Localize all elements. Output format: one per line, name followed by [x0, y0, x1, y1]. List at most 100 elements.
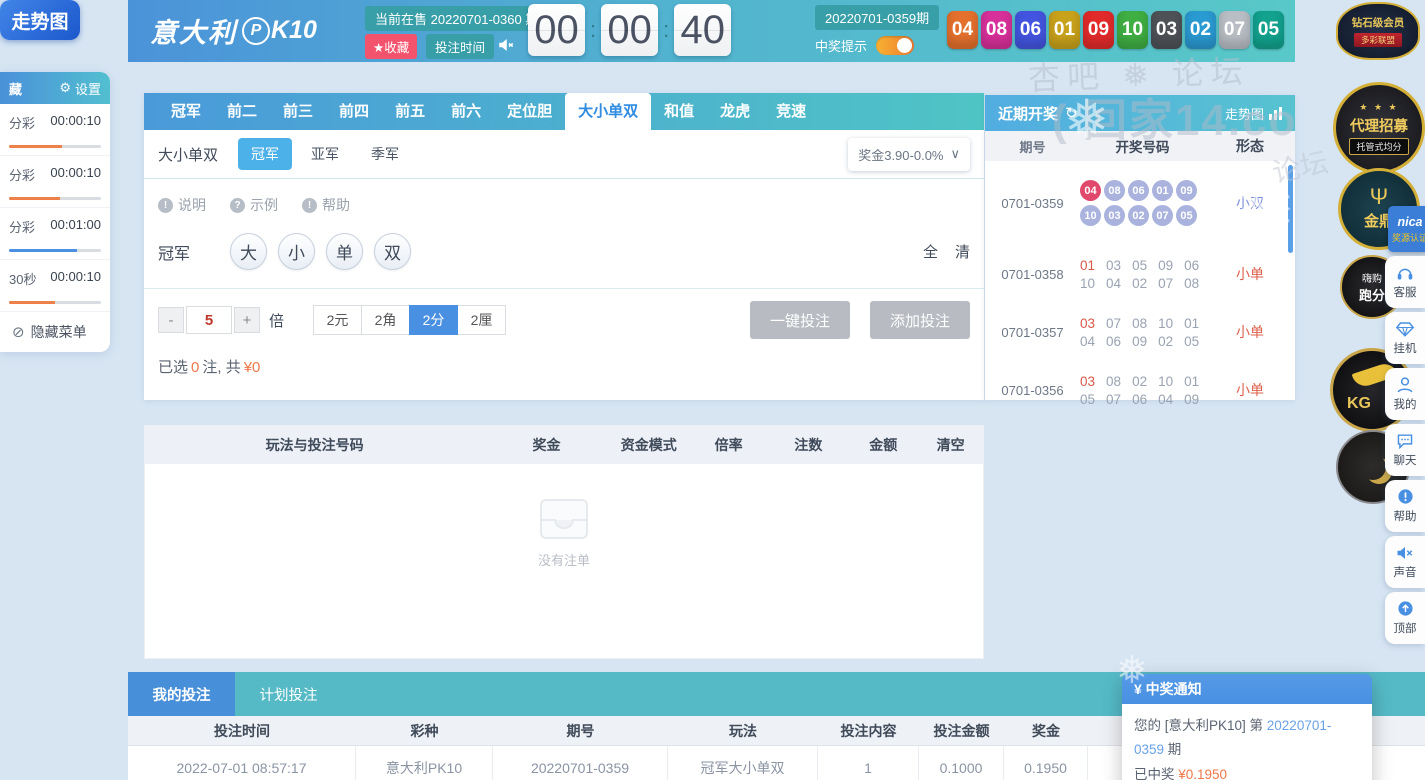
- option-small[interactable]: 小: [278, 233, 316, 270]
- col-header: 倍率: [714, 437, 743, 453]
- help-button[interactable]: 帮助: [1385, 480, 1425, 532]
- draw-mini-ball: 07: [1152, 205, 1173, 226]
- help-links: ! 说明 ? 示例 ! 帮助: [144, 179, 984, 215]
- win-tip-toggle[interactable]: [876, 36, 915, 55]
- exclamation-circle-icon: [1397, 489, 1413, 504]
- draw-mini-ball: 05: [1176, 205, 1197, 226]
- unit-li[interactable]: 2厘: [457, 305, 507, 335]
- decrease-button[interactable]: -: [158, 307, 184, 333]
- unit-jiao[interactable]: 2角: [361, 305, 411, 335]
- draw-mini-ball: 01: [1152, 180, 1173, 201]
- nav-tab[interactable]: 前三: [270, 93, 326, 130]
- select-all-button[interactable]: 全: [923, 241, 938, 262]
- bet-time-button[interactable]: 投注时间: [426, 34, 495, 59]
- nav-tab[interactable]: 定位胆: [494, 93, 565, 130]
- increase-button[interactable]: +: [234, 307, 260, 333]
- col-header: 注数: [794, 437, 823, 453]
- clear-button[interactable]: 清: [955, 241, 970, 262]
- nicai-cert-badge[interactable]: nica 奖源认证: [1388, 206, 1425, 252]
- auto-bet-button[interactable]: 挂机: [1385, 312, 1425, 364]
- bet-content: 1: [818, 746, 919, 780]
- draw-ball: 06: [1015, 11, 1046, 49]
- settings-button[interactable]: ⚙ 设置: [59, 79, 101, 98]
- unit-yuan[interactable]: 2元: [313, 305, 363, 335]
- badge-text: 多彩联盟: [1353, 33, 1402, 47]
- draw-ball: 01: [1049, 11, 1080, 49]
- lottery-name: 30秒: [9, 272, 37, 287]
- tab-plan-bets[interactable]: 计划投注: [235, 672, 342, 716]
- lottery-item[interactable]: 分彩 00:00:10: [0, 156, 110, 208]
- my-account-button[interactable]: 我的: [1385, 368, 1425, 420]
- sub-tab-active[interactable]: 冠军: [238, 138, 293, 170]
- col-header: 投注时间: [214, 722, 270, 739]
- bonus-dropdown[interactable]: 奖金3.90-0.0% ∨: [848, 137, 970, 171]
- explain-link[interactable]: ! 说明: [158, 195, 206, 215]
- empty-text: 没有注单: [537, 553, 590, 568]
- nav-tab[interactable]: 冠军: [158, 93, 214, 130]
- user-icon: [1397, 377, 1413, 393]
- info-icon: !: [302, 197, 317, 213]
- gear-icon: ⚙: [59, 80, 71, 95]
- hide-menu-button[interactable]: ⊘ 隐藏菜单: [0, 312, 110, 352]
- option-odd[interactable]: 单: [326, 233, 364, 270]
- draw-shape: 小单: [1236, 382, 1264, 398]
- nav-tab[interactable]: 竞速: [763, 93, 819, 130]
- clock-seconds: 40: [674, 4, 732, 56]
- collapse-label[interactable]: 藏: [9, 79, 22, 98]
- option-even[interactable]: 双: [374, 233, 412, 270]
- draw-mini-ball: 04: [1080, 180, 1101, 201]
- draw-ball: 09: [1083, 11, 1114, 49]
- draw-numbers: 04 08 06 01 09 10 03 02 07 05: [1080, 180, 1205, 226]
- countdown-progress: [9, 301, 101, 304]
- trend-chart-button[interactable]: 走势图: [0, 0, 80, 40]
- bet-play: 冠军大小单双: [668, 746, 818, 780]
- option-big[interactable]: 大: [230, 233, 268, 270]
- bet-row-label: 冠军: [158, 245, 191, 263]
- help-link[interactable]: ! 帮助: [302, 195, 350, 215]
- example-link[interactable]: ? 示例: [230, 195, 278, 215]
- draw-shape: 小单: [1236, 266, 1264, 282]
- order-table-header: 玩法与投注号码 奖金 资金模式 倍率 注数 金额 清空: [145, 426, 983, 464]
- panel-scrollbar[interactable]: [1288, 165, 1293, 253]
- back-to-top-button[interactable]: 顶部: [1385, 592, 1425, 644]
- recent-trend-link[interactable]: 走势图: [1225, 104, 1282, 123]
- refresh-icon[interactable]: ↻: [1065, 104, 1078, 122]
- quick-bet-button[interactable]: 一键投注: [750, 301, 850, 339]
- nav-tab[interactable]: 和值: [651, 93, 707, 130]
- diamond-icon: [1396, 321, 1414, 337]
- nav-tab-active[interactable]: 大小单双: [565, 93, 652, 130]
- sound-button[interactable]: 声音: [1385, 536, 1425, 588]
- draw-ball: 10: [1117, 11, 1148, 49]
- logo-text: 意大利: [150, 18, 237, 48]
- nav-tab[interactable]: 前四: [326, 93, 382, 130]
- unit-fen-active[interactable]: 2分: [409, 305, 459, 335]
- lottery-item[interactable]: 分彩 00:01:00: [0, 208, 110, 260]
- sub-tab[interactable]: 亚军: [298, 138, 352, 170]
- lottery-item[interactable]: 30秒 00:00:10: [0, 260, 110, 312]
- nav-tab[interactable]: 前六: [438, 93, 494, 130]
- draw-ball: 03: [1151, 11, 1182, 49]
- nav-tab[interactable]: 龙虎: [707, 93, 763, 130]
- recent-table-header: 期号 开奖号码 形态: [985, 131, 1295, 161]
- nav-tab[interactable]: 前二: [214, 93, 270, 130]
- tab-my-bets[interactable]: 我的投注: [128, 672, 235, 716]
- total-amount: ¥0: [243, 359, 261, 376]
- headset-icon: [1397, 268, 1413, 280]
- multiplier-input[interactable]: 5: [186, 306, 232, 334]
- stars-icon: ★ ★ ★: [1359, 101, 1399, 112]
- agent-recruit-badge[interactable]: ★ ★ ★ 代理招募 托管式均分: [1333, 82, 1425, 174]
- sub-tab[interactable]: 季军: [358, 138, 412, 170]
- nav-tab[interactable]: 前五: [382, 93, 438, 130]
- chat-button[interactable]: 聊天: [1385, 424, 1425, 476]
- mute-speaker-icon[interactable]: [497, 36, 515, 59]
- play-group-label: 大小单双: [158, 146, 219, 164]
- diamond-member-badge[interactable]: 钻石级会员 多彩联盟: [1336, 2, 1420, 60]
- draw-mini-ball: 03: [1104, 205, 1125, 226]
- lottery-item[interactable]: 分彩 00:00:10: [0, 104, 110, 156]
- countdown-progress: [9, 145, 101, 148]
- draw-issue: 0701-0356: [1001, 382, 1064, 398]
- add-bet-button[interactable]: 添加投注: [870, 301, 970, 339]
- bet-issue: 20220701-0359: [493, 746, 668, 780]
- favorite-button[interactable]: ★收藏: [365, 34, 418, 59]
- customer-service-button[interactable]: 客服: [1385, 256, 1425, 308]
